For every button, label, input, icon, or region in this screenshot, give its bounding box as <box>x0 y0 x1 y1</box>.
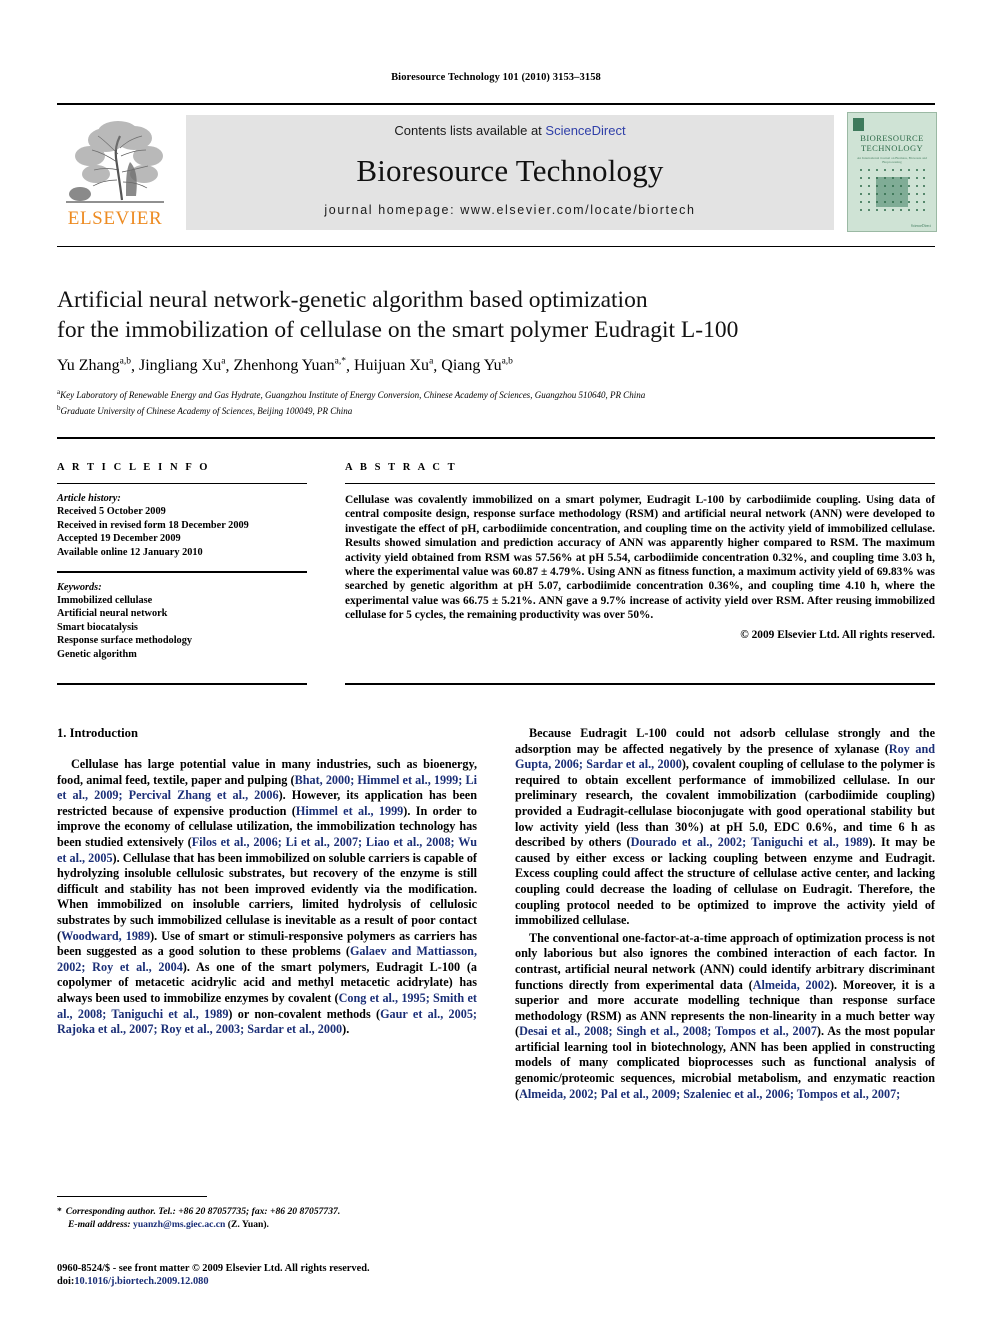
article-history-label: Article history: <box>57 493 121 504</box>
article-info-column: A R T I C L E I N F O Article history: R… <box>57 462 307 661</box>
citation-link[interactable]: Woodward, 1989 <box>61 929 150 943</box>
keyword-item: Artificial neural network <box>57 608 168 620</box>
author-name: Jingliang Xu <box>139 357 222 375</box>
author-affil-marker: a <box>429 357 434 367</box>
author-affil-marker: a <box>221 357 226 367</box>
affiliation-item: aKey Laboratory of Renewable Energy and … <box>57 386 935 402</box>
author-affil-marker: a,b <box>501 357 513 367</box>
body-column-right: Because Eudragit L-100 could not adsorb … <box>515 726 935 1104</box>
keywords-label: Keywords: <box>57 581 102 593</box>
contents-lists-line: Contents lists available at ScienceDirec… <box>186 123 834 138</box>
masthead-top-rule <box>57 103 935 105</box>
body-column-left: 1. Introduction Cellulase has large pote… <box>57 726 477 1040</box>
author-name: Yu Zhang <box>57 357 120 375</box>
header-divider-rule <box>57 437 935 439</box>
history-item: Accepted 19 December 2009 <box>57 533 181 545</box>
history-item: Received 5 October 2009 <box>57 506 166 518</box>
masthead-bottom-rule <box>57 246 935 247</box>
author-item: Jingliang Xua <box>139 357 225 374</box>
elsevier-logo: ELSEVIER <box>60 112 170 232</box>
article-info-heading: A R T I C L E I N F O <box>57 462 211 473</box>
abstract-text: Cellulase was covalently immobilized on … <box>345 494 935 622</box>
article-info-rule-bottom <box>57 683 307 685</box>
imprint-block: 0960-8524/$ - see front matter © 2009 El… <box>57 1262 517 1289</box>
author-item: Qiang Yua,b <box>441 357 513 374</box>
doi-link[interactable]: 10.1016/j.biortech.2009.12.080 <box>74 1276 208 1287</box>
article-info-rule-top <box>57 483 307 484</box>
abstract-rule-bottom <box>345 683 935 685</box>
author-affil-marker: a,* <box>334 357 346 367</box>
keyword-item: Immobilized cellulase <box>57 594 153 606</box>
affiliation-item: bGraduate University of Chinese Academy … <box>57 402 935 418</box>
keyword-item: Smart biocatalysis <box>57 621 138 633</box>
article-title: Artificial neural network-genetic algori… <box>57 285 935 345</box>
abstract-copyright: © 2009 Elsevier Ltd. All rights reserved… <box>740 628 935 641</box>
contents-lists-text: Contents lists available at <box>394 123 546 138</box>
cover-footer: ScienceDirect <box>910 224 931 228</box>
cover-title: BIORESOURCE TECHNOLOGY <box>860 133 924 153</box>
elsevier-tree-icon <box>60 112 170 206</box>
article-info-rule-mid <box>57 571 307 573</box>
footnote-asterisk: * <box>57 1206 62 1217</box>
author-list: Yu Zhanga,b, Jingliang Xua, Zhenhong Yua… <box>57 357 513 375</box>
elsevier-tree-svg <box>66 121 164 203</box>
body-paragraph: Cellulase has large potential value in m… <box>57 757 478 1037</box>
journal-homepage-line[interactable]: journal homepage: www.elsevier.com/locat… <box>186 203 834 217</box>
email-address-link[interactable]: yuanzh@ms.giec.ac.cn <box>133 1219 225 1230</box>
body-paragraph: Because Eudragit L-100 could not adsorb … <box>515 726 936 928</box>
corresponding-author-text: Corresponding author. Tel.: +86 20 87057… <box>65 1206 341 1217</box>
issn-line: 0960-8524/$ - see front matter © 2009 El… <box>57 1263 370 1274</box>
author-affil-marker: a,b <box>119 357 131 367</box>
keywords-block: Keywords: Immobilized cellulase Artifici… <box>57 581 307 661</box>
elsevier-wordmark: ELSEVIER <box>67 208 163 229</box>
keyword-item: Response surface methodology <box>57 635 192 647</box>
article-title-line-2: for the immobilization of cellulase on t… <box>57 317 739 343</box>
cover-subtitle: An International Journal on Biomass, Bio… <box>857 156 927 165</box>
citation-link[interactable]: Almeida, 2002; Pal et al., 2009; Szaleni… <box>519 1087 900 1101</box>
footnote-divider-rule <box>57 1196 207 1197</box>
affiliation-text: Graduate University of Chinese Academy o… <box>60 405 353 416</box>
keyword-item: Genetic algorithm <box>57 648 137 660</box>
doi-label: doi: <box>57 1276 75 1288</box>
author-item: Yu Zhanga,b <box>57 357 131 374</box>
journal-cover-thumbnail: BIORESOURCE TECHNOLOGY An International … <box>847 112 937 232</box>
journal-title: Bioresource Technology <box>356 153 664 188</box>
abstract-heading: A B S T R A C T <box>345 462 458 473</box>
sciencedirect-banner: Contents lists available at ScienceDirec… <box>186 115 834 230</box>
author-item: Zhenhong Yuana,* <box>233 357 346 374</box>
abstract-rule-top <box>345 483 935 484</box>
citation-link[interactable]: Himmel et al., 1999 <box>296 804 403 818</box>
affiliation-text: Key Laboratory of Renewable Energy and G… <box>60 390 646 400</box>
email-address-label: E-mail address: <box>68 1218 131 1230</box>
author-item: Huijuan Xua <box>354 357 433 374</box>
email-owner: (Z. Yuan). <box>227 1218 269 1230</box>
journal-article-page: Bioresource Technology 101 (2010) 3153–3… <box>0 0 992 1323</box>
cover-grid-svg <box>860 169 925 211</box>
body-paragraph: The conventional one-factor-at-a-time ap… <box>515 930 936 1101</box>
affiliation-list: aKey Laboratory of Renewable Energy and … <box>57 386 935 417</box>
article-history-block: Article history: Received 5 October 2009… <box>57 492 307 559</box>
cover-elsevier-mark <box>853 118 864 131</box>
corresponding-author-footnote: * Corresponding author. Tel.: +86 20 8705… <box>57 1206 477 1231</box>
author-name: Qiang Yu <box>441 357 502 375</box>
cover-grid-pattern <box>858 167 926 217</box>
citation-link[interactable]: Almeida, 2002 <box>753 978 830 992</box>
article-title-line-1: Artificial neural network-genetic algori… <box>57 287 648 313</box>
history-item: Received in revised form 18 December 200… <box>57 519 249 531</box>
section-heading-introduction: 1. Introduction <box>57 726 138 740</box>
author-name: Huijuan Xu <box>353 357 430 375</box>
sciencedirect-link[interactable]: ScienceDirect <box>545 123 625 138</box>
running-head: Bioresource Technology 101 (2010) 3153–3… <box>391 72 601 83</box>
abstract-column: A B S T R A C T Cellulase was covalently… <box>345 462 935 641</box>
citation-link[interactable]: Dourado et al., 2002; Taniguchi et al., … <box>631 835 869 849</box>
author-name: Zhenhong Yuan <box>233 357 335 375</box>
citation-link[interactable]: Desai et al., 2008; Singh et al., 2008; … <box>519 1024 817 1038</box>
history-item: Available online 12 January 2010 <box>57 546 203 558</box>
